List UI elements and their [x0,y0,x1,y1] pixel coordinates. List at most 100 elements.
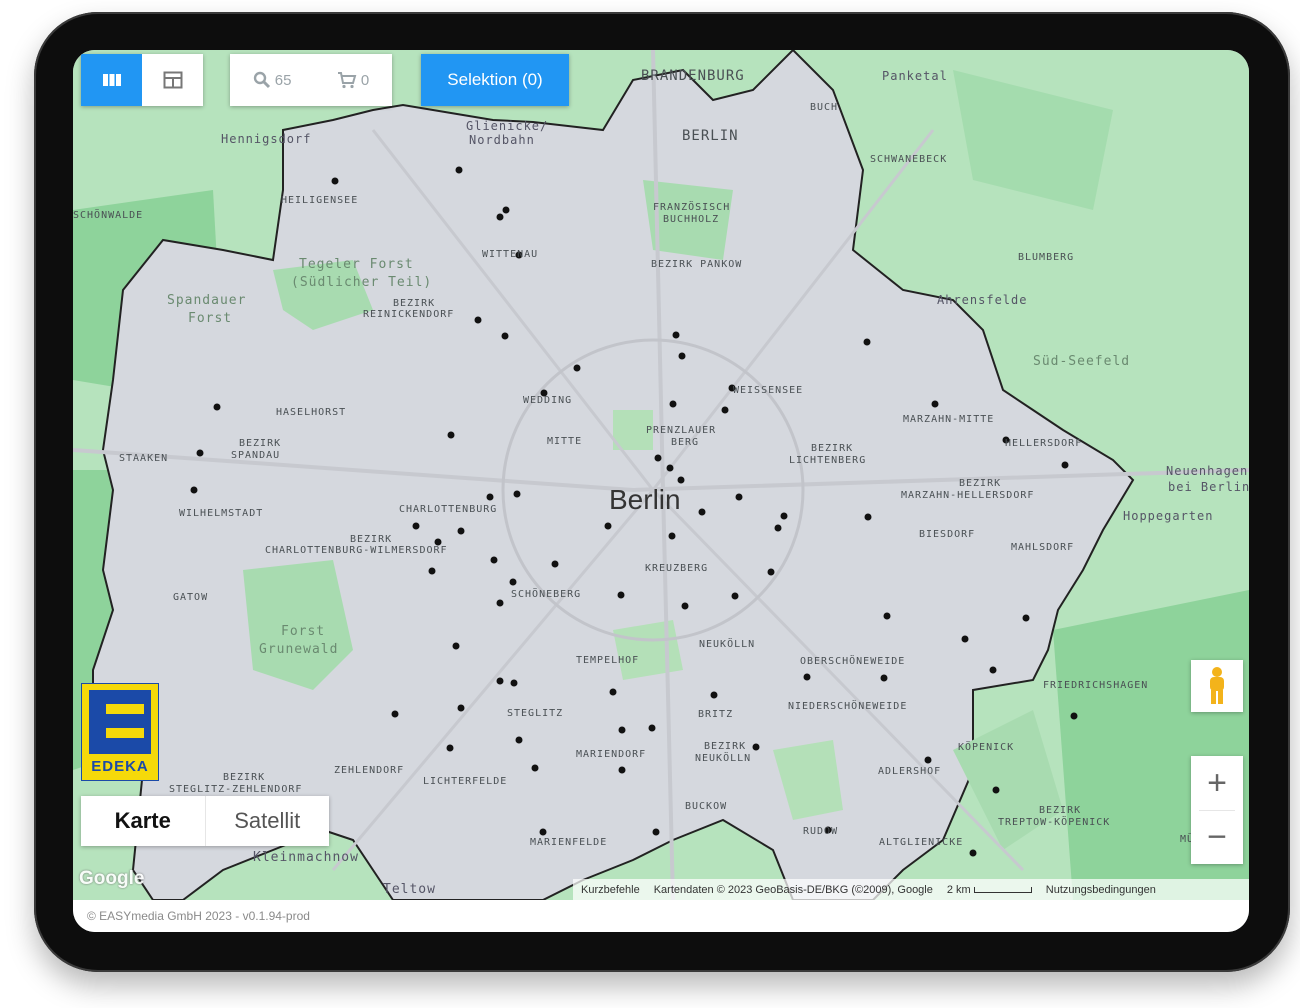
map-label: Forst [188,311,232,326]
map-label: REINICKENDORF [363,309,454,320]
map-label: BEZIRK [223,772,265,783]
map-label: ALTGLIENICKE [879,837,963,848]
map-label: Spandauer [167,293,246,308]
map-type-satellit[interactable]: Satellit [206,796,330,846]
map-label: Süd-Seefeld [1033,354,1130,369]
map-label: TREPTOW-KÖPENICK [998,815,1110,828]
map-type-control: Karte Satellit [81,796,329,846]
map-label: FRIEDRICHSHAGEN [1043,680,1148,691]
cart-icon [337,72,357,89]
map-label: FRANZÖSISCH [653,200,730,213]
map-label: Teltow [383,882,436,897]
map-canvas[interactable]: BRANDENBURG Panketal BERLIN Glienicke/ N… [73,50,1249,900]
map-label: STAAKEN [119,453,168,464]
map-label: BEZIRK [959,478,1001,489]
view-toggle [81,54,203,106]
map-label: (Südlicher Teil) [291,275,432,290]
pegman-icon [1210,667,1224,704]
map-label: Grunewald [259,642,338,657]
map-label: BRANDENBURG [641,68,745,84]
map-label: MITTE [547,436,582,447]
map-label: KREUZBERG [645,563,708,574]
stats-panel: 65 0 [230,54,392,106]
map-label: BUCHHOLZ [663,214,719,225]
map-label: Hennigsdorf [221,132,311,146]
google-logo: Google [79,868,145,889]
map-label: BERLIN [682,128,739,144]
map-label: Forst [281,624,325,639]
map-label: RUDOW [803,826,838,837]
map-label: WEDDING [523,395,572,406]
zoom-out-button[interactable]: − [1191,810,1243,864]
map-type-karte[interactable]: Karte [81,796,206,846]
map-label: NEUKÖLLN [699,637,755,650]
map-label: MAHLSDORF [1011,542,1074,553]
map-label: PRENZLAUER [646,425,716,436]
map-label: Panketal [882,69,948,83]
edeka-logo: EDEKA [81,683,159,781]
map-label: Glienicke/ [466,119,548,133]
map-label: LICHTENBERG [789,455,866,466]
edeka-e-mark [89,690,151,754]
selection-button[interactable]: Selektion (0) [421,54,569,106]
zoom-in-button[interactable]: + [1191,756,1243,810]
map-label: BEZIRK PANKOW [651,259,742,270]
map-label: Nordbahn [469,133,535,147]
map-label: MARIENFELDE [530,837,607,848]
table-icon [163,71,182,89]
map-label: BUCH [810,102,838,113]
map-label: NIEDERSCHÖNEWEIDE [788,699,907,712]
map-label: ADLERSHOF [878,766,941,777]
map-label: Tegeler Forst [299,257,414,272]
map-label: LICHTERFELDE [423,776,507,787]
zoom-control: + − [1191,756,1243,864]
map-label: ZEHLENDORF [334,765,404,776]
map-label: BERG [671,437,699,448]
cart-count-item[interactable]: 0 [337,71,369,89]
map-label: BEZIRK [704,741,746,752]
map-label: NEUKÖLLN [695,751,751,764]
map-label: CHARLOTTENBURG-WILMERSDORF [265,545,448,556]
search-results-count[interactable]: 65 [253,71,292,89]
map-view-icon [102,74,121,86]
map-label: BEZIRK [811,443,853,454]
map-label: KÖPENICK [958,740,1014,753]
cart-count: 0 [360,71,370,89]
map-label: TEMPELHOF [576,655,639,666]
map-label: MARZAHN-MITTE [903,414,994,425]
map-label: BIESDORF [919,529,975,540]
scale-label: 2 km [946,883,971,896]
map-label: BEZIRK [239,438,281,449]
map-label: BEZIRK [1039,805,1081,816]
map-label: Berlin [609,484,681,515]
scale-bar[interactable]: 2 km [947,884,1032,896]
table-view-button[interactable] [142,54,203,106]
map-label: STEGLITZ-ZEHLENDORF [169,784,302,795]
map-label: BRITZ [698,709,733,720]
map-label: HEILIGENSEE [281,195,358,206]
map-label: Ahrensfelde [937,293,1027,307]
map-label: CHARLOTTENBURG [399,504,497,515]
terms-link[interactable]: Nutzungsbedingungen [1046,884,1156,896]
map-label: bei Berlin [1168,480,1249,494]
map-attribution: Kurzbefehle Kartendaten © 2023 GeoBasis-… [573,879,1249,900]
map-label: Hoppegarten [1123,509,1213,523]
map-label: SCHWANEBECK [870,154,947,165]
map-label: BEZIRK [350,534,392,545]
map-label: Neuenhagen [1166,464,1248,478]
shortcuts-link[interactable]: Kurzbefehle [581,884,640,896]
footer: © EASYmedia GmbH 2023 - v0.1.94-prod [73,900,1249,932]
footer-copyright: © EASYmedia GmbH 2023 - v0.1.94-prod [87,909,310,923]
map-label: BEZIRK [393,298,435,309]
street-view-pegman[interactable] [1191,660,1243,712]
map-data-credit[interactable]: Kartendaten © 2023 GeoBasis-DE/BKG (©200… [654,884,933,896]
map-label: WITTENAU [482,249,538,260]
map-label: WILHELMSTADT [179,508,263,519]
map-view-button[interactable] [81,54,142,106]
map-label: MARIENDORF [576,749,646,760]
map-label: BLUMBERG [1018,252,1074,263]
search-count: 65 [274,71,292,89]
map-label: Kleinmachnow [253,850,359,865]
map-label: OBERSCHÖNEWEIDE [800,654,905,667]
edeka-wordmark: EDEKA [91,758,149,775]
